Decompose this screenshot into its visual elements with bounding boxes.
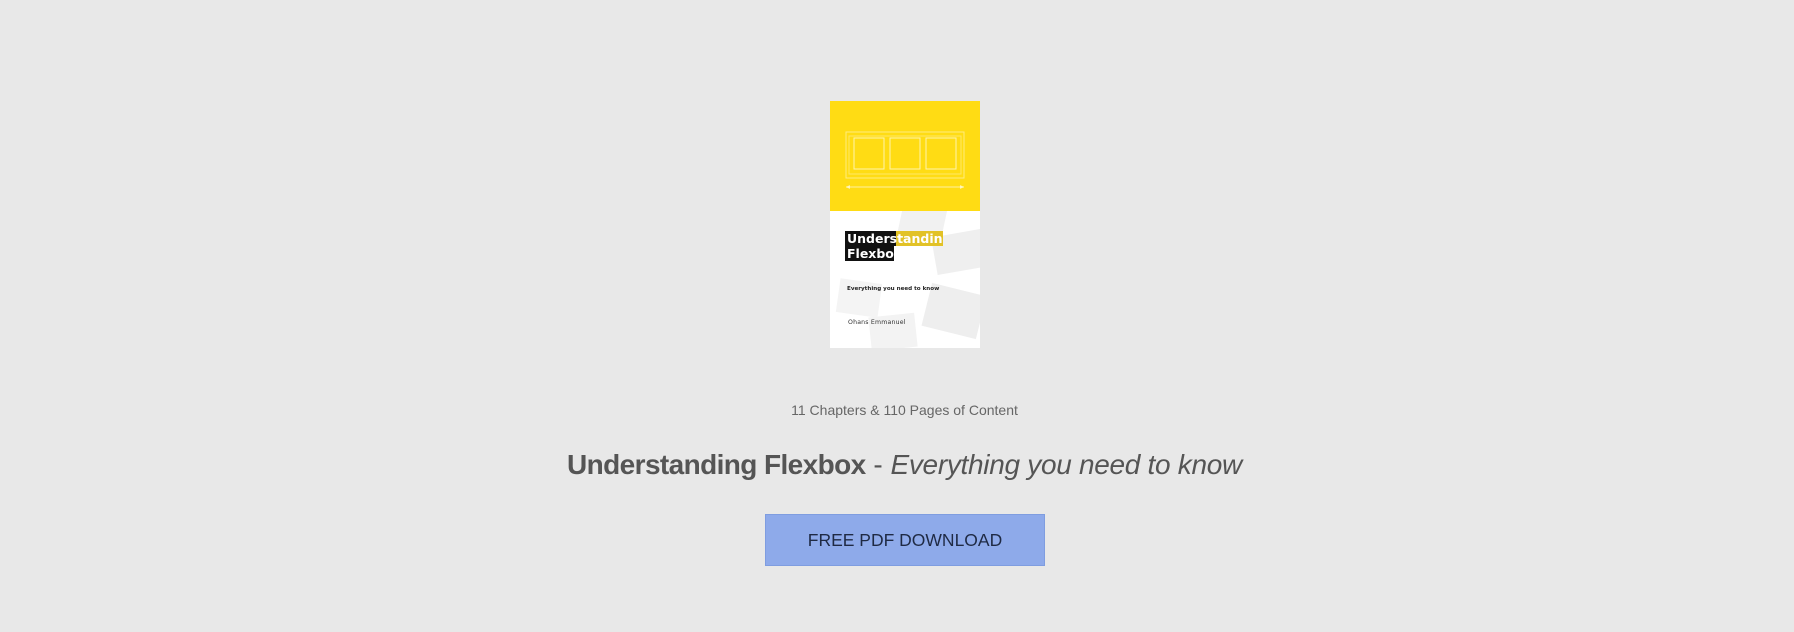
- flex-container-illustration: [845, 131, 965, 189]
- cover-subtitle: Everything you need to know: [847, 286, 940, 292]
- headline-separator: -: [865, 449, 891, 480]
- page-headline: Understanding Flexbox - Everything you n…: [0, 449, 1794, 481]
- cover-title-line1: Understanding: [845, 231, 943, 246]
- free-pdf-download-button[interactable]: FREE PDF DOWNLOAD: [765, 514, 1045, 566]
- cover-title-line2: Flexbox: [845, 246, 894, 261]
- landing-page: Understanding Flexbox Everything you nee…: [0, 0, 1794, 632]
- headline-title: Understanding Flexbox: [567, 449, 866, 480]
- cover-author: Ohans Emmanuel: [848, 319, 906, 326]
- book-cover-image: Understanding Flexbox Everything you nee…: [830, 101, 980, 348]
- content-summary: 11 Chapters & 110 Pages of Content: [791, 402, 1018, 418]
- cover-yellow-panel: [830, 101, 980, 211]
- headline-tagline: Everything you need to know: [890, 449, 1242, 480]
- cover-title: Understanding Flexbox: [845, 231, 943, 261]
